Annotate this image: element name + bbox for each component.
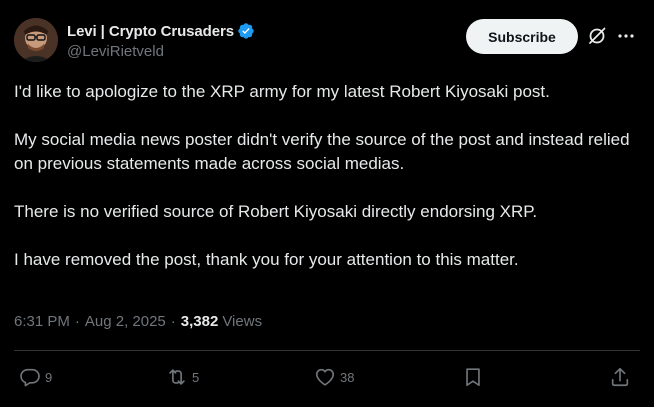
post-paragraph: I have removed the post, thank you for y…	[14, 250, 519, 269]
action-bar: 9 5 38	[0, 364, 654, 390]
meta-separator: ·	[170, 312, 176, 330]
author-display-name[interactable]: Levi | Crypto Crusaders	[67, 23, 234, 40]
post-paragraph: My social media news poster didn't verif…	[14, 130, 630, 173]
subscribe-button[interactable]: Subscribe	[466, 19, 578, 54]
views-count: 3,382	[180, 312, 219, 330]
post-meta: 6:31 PM · Aug 2, 2025 · 3,382 Views	[14, 311, 262, 331]
post-time[interactable]: 6:31 PM	[14, 313, 70, 330]
name-row: Levi | Crypto Crusaders	[67, 21, 255, 41]
post-date[interactable]: Aug 2, 2025	[85, 313, 166, 330]
share-icon	[611, 367, 629, 387]
more-icon[interactable]	[616, 26, 636, 46]
like-count: 38	[340, 369, 355, 385]
bookmark-icon	[466, 368, 480, 387]
like-button[interactable]: 38	[314, 364, 354, 390]
avatar-photo	[14, 18, 58, 62]
share-button[interactable]	[609, 364, 631, 390]
reply-count: 9	[45, 369, 53, 385]
heart-icon	[315, 368, 335, 386]
author-block: Levi | Crypto Crusaders @LeviRietveld	[67, 21, 255, 60]
divider	[14, 350, 640, 351]
avatar[interactable]	[14, 18, 58, 62]
repost-icon	[169, 369, 185, 385]
repost-button[interactable]: 5	[166, 364, 199, 390]
bookmark-button[interactable]	[462, 364, 484, 390]
verified-badge-icon[interactable]	[237, 22, 255, 40]
views-label: Views	[222, 312, 263, 330]
meta-separator: ·	[74, 312, 80, 330]
reply-button[interactable]: 9	[19, 364, 52, 390]
post-paragraph: There is no verified source of Robert Ki…	[14, 202, 538, 221]
reply-icon	[20, 368, 40, 387]
post-text: I'd like to apologize to the XRP army fo…	[14, 80, 634, 272]
post-card: Levi | Crypto Crusaders @LeviRietveld Su…	[0, 0, 654, 407]
repost-count: 5	[192, 369, 200, 385]
author-handle[interactable]: @LeviRietveld	[67, 43, 255, 60]
post-paragraph: I'd like to apologize to the XRP army fo…	[14, 82, 550, 101]
grok-icon[interactable]	[587, 26, 607, 46]
